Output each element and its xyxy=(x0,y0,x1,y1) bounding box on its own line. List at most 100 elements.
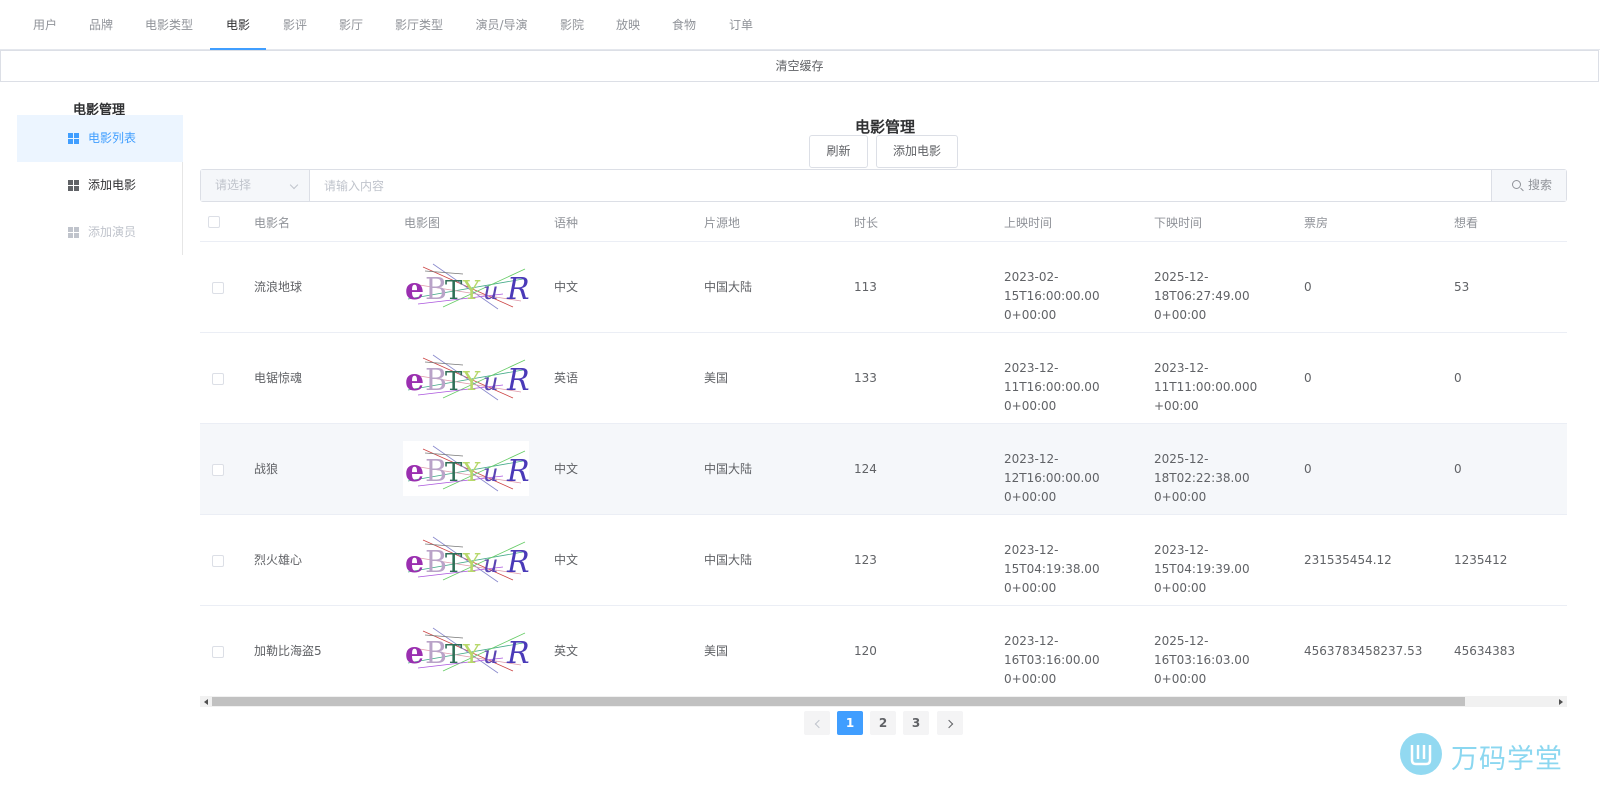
cell-box-office: 0 xyxy=(1304,462,1312,476)
cell-movie-name: 电锯惊魂 xyxy=(254,371,303,385)
off-time-line: 0+00:00 xyxy=(1154,581,1207,595)
captcha-char: Y xyxy=(462,367,481,397)
release-time-line: 0+00:00 xyxy=(1004,581,1057,595)
page-1-button[interactable]: 1 xyxy=(837,711,863,735)
search-button[interactable]: 搜索 xyxy=(1491,170,1566,201)
tab-orders[interactable]: 订单 xyxy=(729,0,753,50)
scroll-left-icon[interactable] xyxy=(204,699,208,705)
page-2-button[interactable]: 2 xyxy=(870,711,896,735)
sidebar-item-add-movie[interactable]: 添加电影 xyxy=(17,162,183,209)
captcha-char: R xyxy=(506,272,529,307)
captcha-char: R xyxy=(506,545,529,580)
chevron-left-icon xyxy=(814,719,823,729)
captcha-char: Y xyxy=(462,640,481,670)
cell-duration: 120 xyxy=(854,644,877,658)
search-button-label: 搜索 xyxy=(1528,178,1553,192)
tab-halls[interactable]: 影厅 xyxy=(339,0,363,50)
cell-box-office: 0 xyxy=(1304,280,1312,294)
cell-off-time: 2023-12-15T04:19:39.00 0+00:00 xyxy=(1154,541,1294,598)
tab-food[interactable]: 食物 xyxy=(672,0,696,50)
captcha-char: B xyxy=(425,454,447,489)
release-time-line: 2023-02-15T16:00:00.00 xyxy=(1004,270,1100,303)
sidebar-item-label: 添加电影 xyxy=(88,178,137,192)
table-row[interactable]: 电锯惊魂 英语 美国 133 2023-12-11T16:00:00.00 0+00:00… xyxy=(200,333,1567,424)
captcha-char: T xyxy=(445,458,463,488)
table-row[interactable]: 烈火雄心 中文 中国大陆 123 2023-12-15T04:19:38.00 0+00:… xyxy=(200,515,1567,606)
cell-language: 中文 xyxy=(554,462,579,476)
add-movie-button[interactable]: 添加电影 xyxy=(876,135,958,168)
cell-origin: 美国 xyxy=(704,371,729,385)
movie-poster-image: e BT Yu R xyxy=(403,623,529,678)
search-bar: 请选择 搜索 xyxy=(200,169,1567,202)
cell-origin: 中国大陆 xyxy=(704,280,753,294)
table-row[interactable]: 战狼 中文 中国大陆 124 2023-12-12T16:00:00.00 0+00:00… xyxy=(200,424,1567,515)
cell-box-office: 0 xyxy=(1304,371,1312,385)
cell-release-time: 2023-12-15T04:19:38.00 0+00:00 xyxy=(1004,541,1144,598)
captcha-char: u xyxy=(483,641,498,669)
scroll-right-icon[interactable] xyxy=(1559,699,1563,705)
cell-duration: 124 xyxy=(854,462,877,476)
col-header-off-time: 下映时间 xyxy=(1154,216,1203,230)
search-icon xyxy=(1512,180,1521,189)
search-field-select[interactable]: 请选择 xyxy=(201,170,310,201)
captcha-char: R xyxy=(506,636,529,671)
horizontal-scrollbar[interactable] xyxy=(200,696,1567,707)
next-page-button[interactable] xyxy=(937,711,963,735)
tab-movies[interactable]: 电影 xyxy=(210,0,266,50)
row-checkbox[interactable] xyxy=(212,373,224,385)
prev-page-button[interactable] xyxy=(804,711,830,735)
off-time-line: 2025-12-18T02:22:38.00 xyxy=(1154,452,1250,485)
grid-icon xyxy=(68,133,79,144)
cell-language: 中文 xyxy=(554,280,579,294)
captcha-char: B xyxy=(425,545,447,580)
captcha-char: u xyxy=(483,277,498,305)
col-header-release-time: 上映时间 xyxy=(1004,216,1053,230)
captcha-char: e xyxy=(405,363,424,398)
row-checkbox[interactable] xyxy=(212,282,224,294)
captcha-char: Y xyxy=(462,276,481,306)
cell-box-office: 231535454.12 xyxy=(1304,553,1392,567)
captcha-char: u xyxy=(483,368,498,396)
release-time-line: 0+00:00 xyxy=(1004,490,1057,504)
scrollbar-thumb[interactable] xyxy=(212,697,1465,706)
tab-actors-directors[interactable]: 演员/导演 xyxy=(474,0,529,50)
page-3-button[interactable]: 3 xyxy=(903,711,929,735)
row-checkbox[interactable] xyxy=(212,555,224,567)
row-checkbox[interactable] xyxy=(212,646,224,658)
off-time-line: 0+00:00 xyxy=(1154,490,1207,504)
cell-movie-name: 流浪地球 xyxy=(254,280,303,294)
search-input[interactable] xyxy=(311,170,1491,201)
table-row[interactable]: 流浪地球 中文 中国大陆 113 2023-02-15T16:00:00.00 0+00:… xyxy=(200,242,1567,333)
tab-movie-types[interactable]: 电影类型 xyxy=(145,0,193,50)
cell-want-to-see: 45634383 xyxy=(1454,644,1516,658)
sidebar-item-label: 添加演员 xyxy=(88,225,137,239)
clear-cache-button[interactable]: 清空缓存 xyxy=(0,50,1599,82)
tab-reviews[interactable]: 影评 xyxy=(283,0,307,50)
refresh-button[interactable]: 刷新 xyxy=(809,135,868,168)
off-time-line: 0+00:00 xyxy=(1154,308,1207,322)
select-all-checkbox[interactable] xyxy=(208,216,220,228)
tab-screenings[interactable]: 放映 xyxy=(616,0,640,50)
watermark-logo xyxy=(1400,733,1442,775)
table-row[interactable]: 加勒比海盗5 英文 美国 120 2023-12-16T03:16:00.00 0+00:… xyxy=(200,606,1567,697)
captcha-char: T xyxy=(445,549,463,579)
tab-cinemas[interactable]: 影院 xyxy=(560,0,584,50)
captcha-char: T xyxy=(445,367,463,397)
watermark-text: 万码学堂 xyxy=(1451,744,1563,775)
sidebar-item-label: 电影列表 xyxy=(88,131,137,145)
movie-poster-image: e BT Yu R xyxy=(403,532,529,587)
captcha-char: e xyxy=(405,545,424,580)
tab-hall-types[interactable]: 影厅类型 xyxy=(395,0,443,50)
cell-movie-name: 加勒比海盗5 xyxy=(254,644,322,658)
row-checkbox[interactable] xyxy=(212,464,224,476)
tab-users[interactable]: 用户 xyxy=(33,0,57,50)
captcha-char: Y xyxy=(462,458,481,488)
sidebar-item-movie-list[interactable]: 电影列表 xyxy=(17,115,183,162)
captcha-char: Y xyxy=(462,549,481,579)
logo-icon xyxy=(1410,745,1432,766)
tab-brands[interactable]: 品牌 xyxy=(89,0,113,50)
movie-poster-image: e BT Yu R xyxy=(403,350,529,405)
col-header-box-office: 票房 xyxy=(1304,216,1329,230)
cell-release-time: 2023-02-15T16:00:00.00 0+00:00 xyxy=(1004,268,1144,325)
cell-duration: 113 xyxy=(854,280,877,294)
